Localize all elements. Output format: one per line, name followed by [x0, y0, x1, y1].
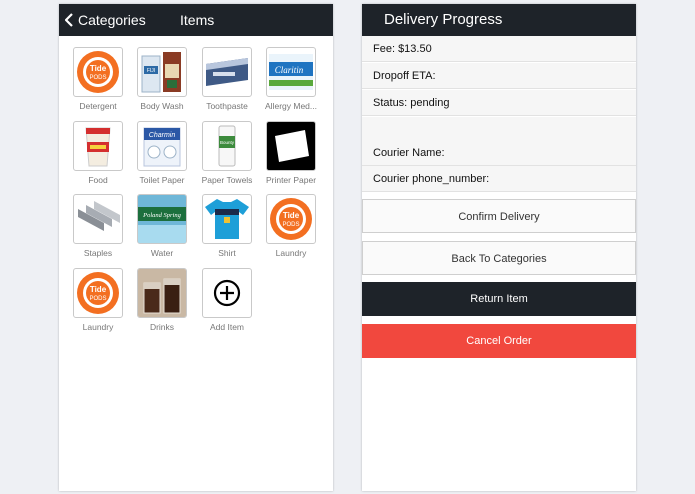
item-tile-detergent[interactable]: Tide PODS Detergent: [66, 47, 130, 115]
item-label: Add Item: [209, 322, 245, 332]
item-label: Shirt: [218, 248, 236, 258]
svg-text:Poland Spring: Poland Spring: [142, 212, 181, 219]
allergy-medicine-icon: Claritin: [266, 47, 316, 97]
item-tile-laundry[interactable]: Tide PODS Laundry: [259, 194, 323, 262]
svg-text:PODS: PODS: [89, 75, 106, 81]
back-to-categories-button[interactable]: Back To Categories: [362, 241, 636, 275]
item-label: Toothpaste: [206, 101, 248, 111]
fee-row: Fee: $13.50: [362, 36, 636, 62]
page-title: Delivery Progress: [384, 11, 503, 28]
svg-text:PODS: PODS: [282, 222, 299, 228]
item-tile-paper-towels[interactable]: Bounty Paper Towels: [195, 121, 259, 189]
item-label: Toilet Paper: [139, 175, 185, 185]
paper-towels-icon: Bounty: [202, 121, 252, 171]
toothpaste-icon: [202, 47, 252, 97]
add-item-button[interactable]: Add Item: [195, 268, 259, 336]
item-label: Paper Towels: [201, 175, 253, 185]
item-label: Laundry: [275, 248, 307, 258]
item-label: Staples: [83, 248, 113, 258]
item-tile-toothpaste[interactable]: Toothpaste: [195, 47, 259, 115]
svg-text:Tide: Tide: [90, 64, 107, 73]
item-label: Laundry: [82, 322, 114, 332]
plus-circle-icon: [202, 268, 252, 318]
printer-paper-icon: [266, 121, 316, 171]
item-tile-laundry-2[interactable]: Tide PODS Laundry: [66, 268, 130, 336]
svg-text:Tide: Tide: [283, 211, 300, 220]
confirm-delivery-button[interactable]: Confirm Delivery: [362, 199, 636, 233]
dropoff-eta-row: Dropoff ETA:: [362, 63, 636, 89]
courier-name-row: Courier Name:: [362, 140, 636, 166]
svg-text:FIJI: FIJI: [147, 68, 155, 74]
detergent-pod-icon: Tide PODS: [73, 47, 123, 97]
item-tile-printer-paper[interactable]: Printer Paper: [259, 121, 323, 189]
svg-text:Tide: Tide: [90, 285, 107, 294]
svg-text:Claritin: Claritin: [275, 65, 304, 75]
item-label: Allergy Med...: [265, 101, 317, 111]
categories-back-button[interactable]: Categories: [65, 4, 146, 36]
chevron-left-icon: [65, 13, 73, 27]
item-label: Water: [150, 248, 174, 258]
drinks-icon: [137, 268, 187, 318]
item-label: Body Wash: [140, 101, 184, 111]
detergent-pod-icon: Tide PODS: [73, 268, 123, 318]
item-tile-allergy-medicine[interactable]: Claritin Allergy Med...: [259, 47, 323, 115]
svg-text:PODS: PODS: [89, 296, 106, 302]
status-row: Status: pending: [362, 90, 636, 116]
toilet-paper-icon: Charmin: [137, 121, 187, 171]
item-label: Printer Paper: [265, 175, 317, 185]
body-wash-icon: FIJI: [137, 47, 187, 97]
item-tile-body-wash[interactable]: FIJI Body Wash: [130, 47, 194, 115]
return-item-button[interactable]: Return Item: [362, 282, 636, 316]
item-tile-staples[interactable]: Staples: [66, 194, 130, 262]
shirt-icon: [202, 194, 252, 244]
delivery-panel: Delivery Progress Fee: $13.50 Dropoff ET…: [362, 4, 636, 491]
staples-icon: [73, 194, 123, 244]
items-panel: Categories Items Tide PODS Detergent FIJ…: [59, 4, 333, 491]
item-label: Food: [88, 175, 108, 185]
item-label: Drinks: [149, 322, 175, 332]
items-header: Categories Items: [59, 4, 333, 36]
item-tile-toilet-paper[interactable]: Charmin Toilet Paper: [130, 121, 194, 189]
item-tile-shirt[interactable]: Shirt: [195, 194, 259, 262]
cancel-order-button[interactable]: Cancel Order: [362, 324, 636, 358]
item-tile-water[interactable]: Poland Spring Water: [130, 194, 194, 262]
courier-phone-row: Courier phone_number:: [362, 166, 636, 192]
detergent-pod-icon: Tide PODS: [266, 194, 316, 244]
back-label: Categories: [78, 12, 146, 28]
item-tile-drinks[interactable]: Drinks: [130, 268, 194, 336]
svg-text:Bounty: Bounty: [220, 140, 235, 145]
page-title: Items: [180, 12, 215, 28]
item-label: Detergent: [79, 101, 117, 111]
svg-text:Charmin: Charmin: [149, 132, 176, 139]
item-tile-food[interactable]: Food: [66, 121, 130, 189]
delivery-header: Delivery Progress: [362, 4, 636, 36]
water-bottles-icon: Poland Spring: [137, 194, 187, 244]
noodle-cup-icon: [73, 121, 123, 171]
